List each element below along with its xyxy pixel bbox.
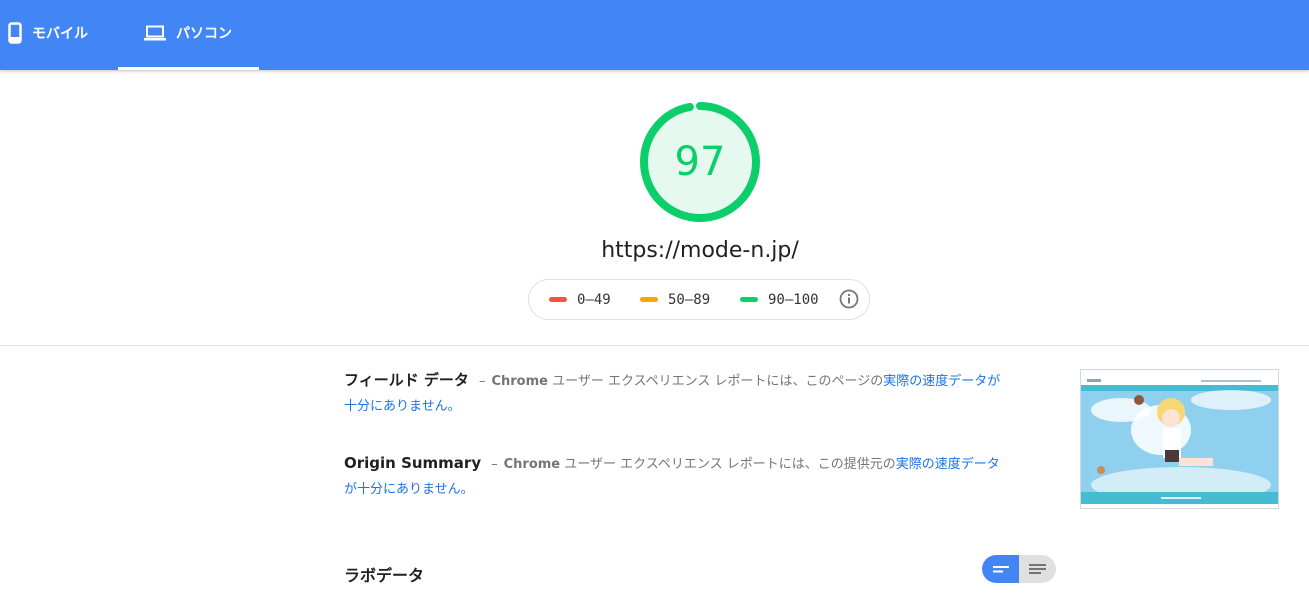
field-data-section: フィールド データ – Chrome ユーザー エクスペリエンス レポートには、この…: [344, 368, 1004, 419]
field-data-dash: –: [478, 374, 486, 389]
origin-summary-section: Origin Summary – Chrome ユーザー エクスペリエンス レポート…: [344, 451, 1004, 502]
legend-pass-swatch: [740, 297, 758, 302]
expanded-view-button[interactable]: [1019, 555, 1056, 583]
legend-item-average: 50–89: [640, 280, 710, 319]
legend-item-pass: 90–100: [740, 280, 819, 319]
tab-desktop-label: パソコン: [176, 26, 232, 42]
expanded-view-icon: [1029, 564, 1046, 574]
tab-mobile[interactable]: モバイル: [0, 0, 110, 70]
score-legend: 0–49 50–89 90–100: [528, 279, 870, 320]
lab-data-title: ラボデータ: [344, 566, 425, 585]
compact-view-button[interactable]: [982, 555, 1019, 583]
page-screenshot-thumbnail: [1080, 369, 1279, 509]
info-icon[interactable]: [839, 289, 859, 309]
legend-item-fail: 0–49: [549, 280, 611, 319]
smartphone-icon: [8, 22, 22, 48]
field-data-text: ユーザー エクスペリエンス レポートには、このページの: [547, 374, 884, 389]
legend-pass-label: 90–100: [768, 291, 819, 308]
field-data-source: Chrome: [491, 374, 548, 389]
legend-average-swatch: [640, 297, 658, 302]
tab-mobile-label: モバイル: [32, 26, 88, 42]
legend-average-label: 50–89: [668, 291, 711, 308]
origin-summary-source: Chrome: [503, 457, 561, 472]
compact-view-icon: [993, 566, 1009, 573]
tested-url: https://mode-n.jp/: [601, 238, 799, 263]
view-toggle: [982, 555, 1056, 583]
performance-score: 97: [674, 139, 726, 185]
origin-summary-title: Origin Summary: [344, 454, 482, 472]
selected-tab-indicator: [118, 67, 259, 70]
header-bar: モバイル パソコン: [0, 0, 1309, 70]
divider: [0, 345, 1309, 346]
origin-summary-text: ユーザー エクスペリエンス レポートには、この提供元の: [560, 457, 896, 472]
tab-desktop[interactable]: パソコン: [118, 0, 259, 70]
legend-fail-label: 0–49: [577, 291, 611, 308]
legend-fail-swatch: [549, 297, 567, 302]
laptop-icon: [144, 25, 166, 45]
field-data-title: フィールド データ: [344, 371, 469, 389]
origin-summary-dash: –: [491, 457, 498, 472]
